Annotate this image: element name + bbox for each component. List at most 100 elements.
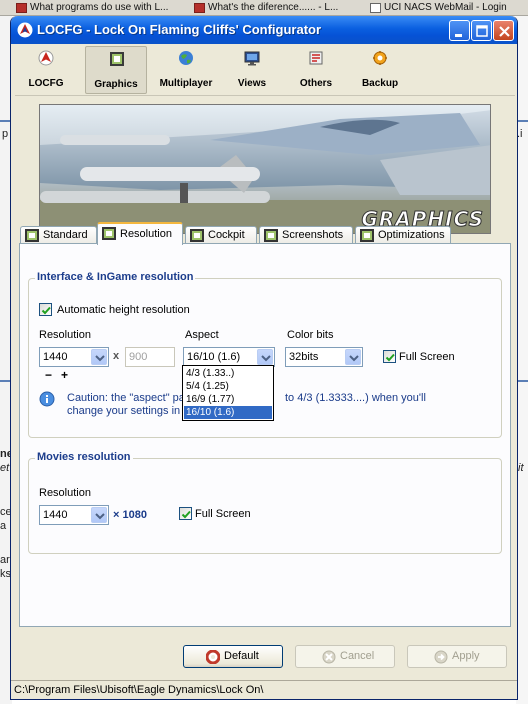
toolbar-label: Views [237, 78, 267, 89]
checkmark-icon [41, 306, 51, 315]
group-title: Interface & InGame resolution [35, 271, 196, 283]
aspect-option[interactable]: 4/3 (1.33..) [184, 367, 272, 380]
background-browser-tabs: What programs do use with L... What's th… [0, 0, 528, 16]
tab-label: Resolution [120, 228, 172, 240]
automatic-height-label: Automatic height resolution [57, 304, 190, 316]
apply-icon [434, 650, 448, 664]
background-text: a [0, 520, 7, 532]
tab-standard[interactable]: Standard [20, 226, 97, 244]
toolbar-label: LOCFG [28, 78, 64, 89]
background-text: et [0, 462, 10, 474]
graphics-icon [25, 229, 39, 242]
monitor-icon [244, 51, 260, 66]
status-bar: C:\Program Files\Ubisoft\Eagle Dynamics\… [11, 680, 517, 699]
background-tab-1[interactable]: What programs do use with L... [14, 1, 186, 15]
minimize-icon [455, 34, 462, 37]
graphics-icon [110, 52, 124, 66]
movies-height-value: × 1080 [113, 509, 147, 521]
app-logo-icon [17, 22, 33, 38]
graphics-icon [264, 229, 278, 242]
toolbar-views[interactable]: Views [221, 46, 283, 94]
resolution-tab-panel: Interface & InGame resolution Automatic … [19, 243, 511, 627]
window-title: LOCFG - Lock On Flaming Cliffs' Configur… [37, 22, 322, 37]
movies-full-screen-label: Full Screen [195, 508, 251, 520]
configurator-window: LOCFG - Lock On Flaming Cliffs' Configur… [10, 16, 518, 700]
toolbar-label: Others [299, 78, 333, 89]
toolbar-locfg[interactable]: LOCFG [15, 46, 77, 94]
maximize-icon [476, 25, 488, 37]
toolbar-multiplayer[interactable]: Multiplayer [153, 46, 219, 94]
graphics-icon [102, 227, 116, 240]
background-tab-2[interactable]: What's the diference...... - L... [192, 1, 362, 15]
graphics-icon [190, 229, 204, 242]
tab-optimizations[interactable]: Optimizations [355, 226, 451, 244]
aspect-option[interactable]: 5/4 (1.25) [184, 380, 272, 393]
locfg-logo-icon [38, 50, 54, 66]
full-screen-label: Full Screen [399, 351, 455, 363]
tab-label: Optimizations [378, 229, 445, 241]
toolbar-label: Graphics [94, 79, 138, 90]
toolbar-backup[interactable]: Backup [349, 46, 411, 94]
checkmark-icon [181, 510, 191, 519]
times-separator: x [113, 350, 120, 362]
movies-full-screen-checkbox[interactable] [179, 507, 192, 520]
decrease-button[interactable]: − [45, 368, 52, 382]
full-screen-checkbox[interactable] [383, 350, 396, 363]
chevron-down-icon [91, 349, 107, 365]
tab-cockpit[interactable]: Cockpit [185, 226, 257, 244]
toolbar-label: Multiplayer [159, 78, 213, 89]
caution-text: to 4/3 (1.3333....) when you'll [285, 392, 426, 404]
aspect-select[interactable]: 16/10 (1.6) [183, 347, 275, 367]
movies-resolution-select[interactable]: 1440 [39, 505, 109, 525]
graphics-banner-image: GRAPHICS [39, 104, 491, 234]
title-bar[interactable]: LOCFG - Lock On Flaming Cliffs' Configur… [11, 16, 517, 44]
info-icon [39, 391, 55, 407]
aspect-option[interactable]: 16/9 (1.77) [184, 393, 272, 406]
install-path: C:\Program Files\Ubisoft\Eagle Dynamics\… [14, 684, 264, 696]
others-icon [309, 51, 323, 65]
background-tab-3[interactable]: UCI NACS WebMail - Login [368, 1, 526, 15]
apply-button[interactable]: Apply [407, 645, 507, 668]
maximize-button[interactable] [471, 20, 492, 41]
resolution-height-field[interactable]: 900 [125, 347, 175, 367]
group-title: Movies resolution [35, 451, 133, 463]
automatic-height-checkbox[interactable] [39, 303, 52, 316]
favicon-icon [16, 3, 27, 13]
resolution-label: Resolution [39, 329, 91, 341]
tab-resolution[interactable]: Resolution [97, 222, 183, 245]
color-bits-label: Color bits [287, 329, 334, 341]
resolution-width-select[interactable]: 1440 [39, 347, 109, 367]
tab-label: Standard [43, 229, 88, 241]
background-text: it [518, 462, 524, 474]
chevron-down-icon [345, 349, 361, 365]
globe-icon [179, 51, 193, 65]
checkmark-icon [385, 353, 395, 362]
tab-screenshots[interactable]: Screenshots [259, 226, 353, 244]
default-button[interactable]: Default [183, 645, 283, 668]
increase-button[interactable]: + [61, 368, 68, 382]
toolbar-label: Backup [361, 78, 399, 89]
caution-text: change your settings in L [67, 405, 190, 417]
movies-resolution-label: Resolution [39, 487, 91, 499]
minimize-button[interactable] [449, 20, 470, 41]
aspect-label: Aspect [185, 329, 219, 341]
chevron-down-icon [257, 349, 273, 365]
settings-tabs: Standard Resolution Cockpit Screenshots … [19, 222, 513, 245]
close-button[interactable] [493, 20, 514, 41]
aspect-dropdown-list[interactable]: 4/3 (1.33..) 5/4 (1.25) 16/9 (1.77) 16/1… [182, 365, 274, 421]
favicon-icon [194, 3, 205, 13]
caution-text: Caution: the "aspect" pa [67, 392, 185, 404]
cancel-button[interactable]: Cancel [295, 645, 395, 668]
toolbar-graphics[interactable]: Graphics [85, 46, 147, 94]
aspect-option-selected[interactable]: 16/10 (1.6) [184, 406, 272, 419]
color-bits-select[interactable]: 32bits [285, 347, 363, 367]
lifebuoy-icon [206, 650, 220, 664]
tab-label: Cockpit [208, 229, 245, 241]
backup-icon [373, 51, 387, 65]
tab-label: Screenshots [282, 229, 344, 241]
favicon-icon [370, 3, 381, 13]
toolbar-others[interactable]: Others [285, 46, 347, 94]
chevron-down-icon [91, 507, 107, 523]
main-toolbar: LOCFG Graphics Multiplayer Views Others … [15, 46, 515, 96]
movies-resolution-group: Movies resolution Resolution 1440 × 1080… [28, 451, 502, 554]
